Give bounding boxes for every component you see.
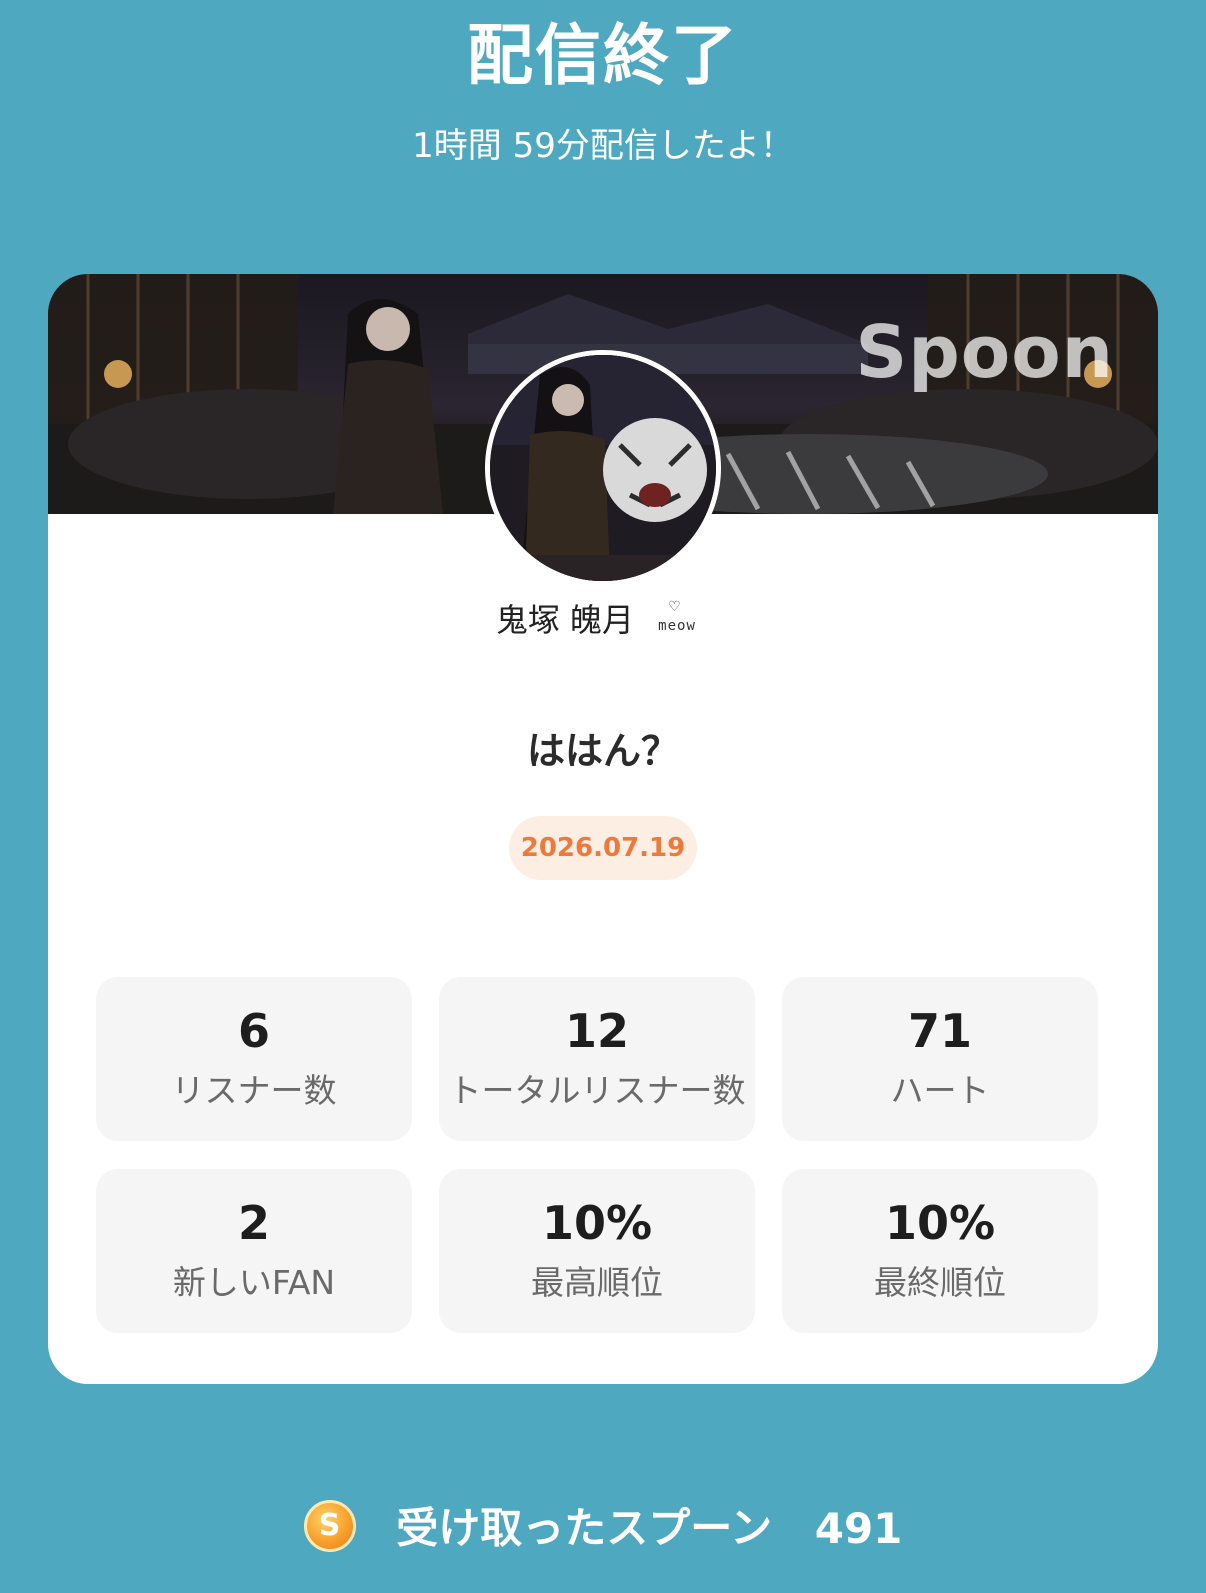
stat-listeners: 6 リスナー数	[96, 977, 412, 1141]
spoon-coin-icon: S	[303, 1499, 356, 1552]
stat-label: 最高順位	[531, 1263, 663, 1302]
received-spoons-label: 受け取ったスプーン	[396, 1503, 773, 1553]
stat-value: 10%	[884, 1196, 996, 1250]
stat-value: 71	[907, 1004, 972, 1058]
date-badge: 2026.07.19	[509, 816, 697, 880]
user-name: 鬼塚 魄月	[495, 601, 634, 639]
stat-new-fans: 2 新しいFAN	[96, 1169, 412, 1333]
stat-label: 最終順位	[874, 1263, 1006, 1302]
received-spoons-row: S 受け取ったスプーン 491	[0, 1494, 1206, 1558]
meow-badge-text: meow	[658, 618, 696, 634]
stat-label: リスナー数	[171, 1071, 337, 1110]
stat-final-rank: 10% 最終順位	[782, 1169, 1098, 1333]
user-name-row: 鬼塚 魄月 ♡ meow	[48, 596, 1158, 642]
stat-value: 12	[564, 1004, 629, 1058]
stat-label: 新しいFAN	[172, 1263, 336, 1302]
meow-badge: ♡ meow	[658, 600, 710, 640]
received-spoons-count: 491	[814, 1503, 903, 1553]
spoon-logo: Spoon	[855, 310, 1114, 394]
page-title: 配信終了	[467, 17, 739, 94]
stat-label: ハート	[890, 1071, 990, 1110]
stat-total-listeners: 12 トータルリスナー数	[439, 977, 755, 1141]
stream-title: ははん？	[526, 729, 679, 773]
stat-label: トータルリスナー数	[448, 1071, 746, 1110]
broadcast-duration: 1時間 59分配信したよ！	[412, 126, 794, 166]
stat-hearts: 71 ハート	[782, 977, 1098, 1141]
avatar[interactable]	[485, 350, 721, 586]
stat-value: 2	[237, 1196, 270, 1250]
stat-value: 10%	[541, 1196, 653, 1250]
heart-icon: ♡	[668, 599, 681, 615]
broadcast-summary-card: Spoon 鬼塚 魄月 ♡ meow ははん？ 2026.07.19 6 リスナ…	[48, 274, 1158, 1384]
stat-value: 6	[237, 1004, 270, 1058]
stat-highest-rank: 10% 最高順位	[439, 1169, 755, 1333]
